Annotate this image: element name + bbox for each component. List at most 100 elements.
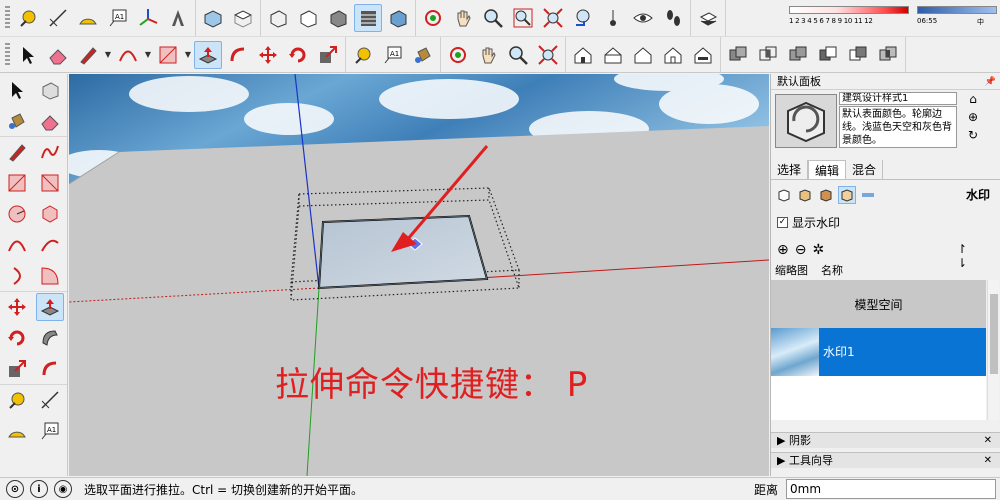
left-tape-button[interactable] [3, 386, 31, 414]
list-item[interactable]: 模型空间 [771, 280, 986, 328]
union-button[interactable] [784, 41, 812, 69]
monochrome-button[interactable] [384, 4, 412, 32]
tab-mix[interactable]: 混合 [846, 160, 884, 179]
push-pull-button[interactable] [194, 40, 222, 69]
geo-location-icon[interactable]: ⊙ [6, 480, 24, 498]
orbit-button[interactable] [419, 4, 447, 32]
left-text-button[interactable]: A1 [36, 417, 64, 445]
update-style-icon[interactable]: ↻ [963, 128, 983, 146]
shaded-button[interactable] [324, 4, 352, 32]
zoom-window-button[interactable] [509, 4, 537, 32]
left-scale-button[interactable] [3, 355, 31, 383]
look-around-button[interactable] [629, 4, 657, 32]
left-rotated-rect-button[interactable] [36, 169, 64, 197]
rectangle-button[interactable] [154, 41, 182, 69]
tab-select[interactable]: 选择 [771, 160, 809, 179]
dimension-button[interactable] [44, 4, 72, 32]
tape-measure-button-2[interactable] [349, 41, 377, 69]
left-rotate-button[interactable] [3, 324, 31, 352]
top-house-button[interactable] [599, 41, 627, 69]
remove-watermark-icon[interactable]: ⊖ [795, 242, 807, 258]
toolbar-grip[interactable] [5, 42, 10, 67]
split-button[interactable] [874, 41, 902, 69]
left-2pt-arc-button[interactable] [36, 231, 64, 259]
front-house-button[interactable] [629, 41, 657, 69]
close-icon[interactable]: ✕ [984, 433, 992, 449]
modeling-settings-button[interactable] [859, 186, 877, 204]
move-button[interactable] [254, 41, 282, 69]
instructor-section[interactable]: ▶ 工具向导 ✕ [771, 452, 1000, 468]
left-move-button[interactable] [3, 293, 31, 321]
user-icon[interactable]: ◉ [54, 480, 72, 498]
select-button[interactable] [14, 41, 42, 69]
left-offset-button[interactable] [36, 355, 64, 383]
left-eraser-button[interactable] [36, 107, 64, 135]
shadows-toggle-button[interactable] [694, 4, 722, 32]
shadows-section[interactable]: ▶ 阴影 ✕ [771, 432, 1000, 448]
date-slider[interactable] [789, 6, 909, 14]
left-line-button[interactable] [3, 138, 31, 166]
scale-button[interactable] [314, 41, 342, 69]
selected-face[interactable] [317, 214, 489, 290]
add-watermark-icon[interactable]: ⊕ [777, 242, 789, 258]
left-polygon-button[interactable] [36, 200, 64, 228]
tape-measure-button[interactable] [14, 4, 42, 32]
pan-button-2[interactable] [474, 41, 502, 69]
back-house-button[interactable] [689, 41, 717, 69]
iso-view-button[interactable] [199, 4, 227, 32]
left-arc-button[interactable] [3, 231, 31, 259]
distance-input[interactable]: 0mm [786, 479, 996, 499]
subtract-button[interactable] [814, 41, 842, 69]
left-dimension-button[interactable] [36, 386, 64, 414]
arc-dropdown[interactable]: ▼ [143, 41, 153, 69]
xray-button[interactable] [264, 4, 292, 32]
left-component-button[interactable] [36, 76, 64, 104]
offset-button[interactable] [224, 41, 252, 69]
zoom-button-2[interactable] [504, 41, 532, 69]
home-style-icon[interactable]: ⌂ [963, 92, 983, 110]
pan-button[interactable] [449, 4, 477, 32]
show-watermark-checkbox[interactable]: ✓ [777, 217, 788, 228]
shaded-textures-button[interactable] [354, 4, 382, 32]
zoom-extents-button[interactable] [539, 4, 567, 32]
left-rectangle-button[interactable] [3, 169, 31, 197]
create-style-icon[interactable]: ⊕ [963, 110, 983, 128]
arc-button[interactable] [114, 41, 142, 69]
paint-bucket-button[interactable] [409, 41, 437, 69]
line-button[interactable] [74, 41, 102, 69]
time-slider[interactable] [917, 6, 997, 14]
text-button-2[interactable]: A1 [379, 41, 407, 69]
edge-settings-button[interactable] [775, 186, 793, 204]
3d-text-button[interactable] [164, 4, 192, 32]
position-camera-button[interactable] [599, 4, 627, 32]
left-select-button[interactable] [3, 76, 31, 104]
face-settings-button[interactable] [796, 186, 814, 204]
style-description-field[interactable]: 默认表面颜色。轮廓边线。浅蓝色天空和灰色背景颜色。 [839, 106, 957, 148]
right-house-button[interactable] [659, 41, 687, 69]
watermark-settings-gear-icon[interactable]: ✲ [812, 242, 824, 258]
walk-button[interactable] [659, 4, 687, 32]
left-follow-me-button[interactable] [36, 324, 64, 352]
protractor-button[interactable] [74, 4, 102, 32]
zoom-button[interactable] [479, 4, 507, 32]
watermark-settings-button[interactable] [838, 186, 856, 204]
toolbar-grip[interactable] [5, 6, 10, 30]
model-viewport[interactable]: 拉伸命令快捷键： P [69, 74, 769, 476]
show-watermark-row[interactable]: ✓ 显示水印 [777, 214, 840, 231]
top-view-button[interactable] [229, 4, 257, 32]
outer-shell-button[interactable] [724, 41, 752, 69]
scrollbar-thumb[interactable] [990, 294, 998, 374]
previous-view-button[interactable] [569, 4, 597, 32]
rotate-button[interactable] [284, 41, 312, 69]
tab-edit[interactable]: 编辑 [808, 160, 847, 179]
axes-button[interactable] [134, 4, 162, 32]
background-settings-button[interactable] [817, 186, 835, 204]
iso-house-button[interactable] [569, 41, 597, 69]
zoom-extents-button-2[interactable] [534, 41, 562, 69]
left-circle-button[interactable] [3, 200, 31, 228]
list-scrollbar[interactable] [987, 280, 999, 420]
left-paint-button[interactable] [3, 107, 31, 135]
list-item-selected[interactable]: 水印1 [771, 328, 986, 376]
line-dropdown[interactable]: ▼ [103, 41, 113, 69]
orbit-button-2[interactable] [444, 41, 472, 69]
